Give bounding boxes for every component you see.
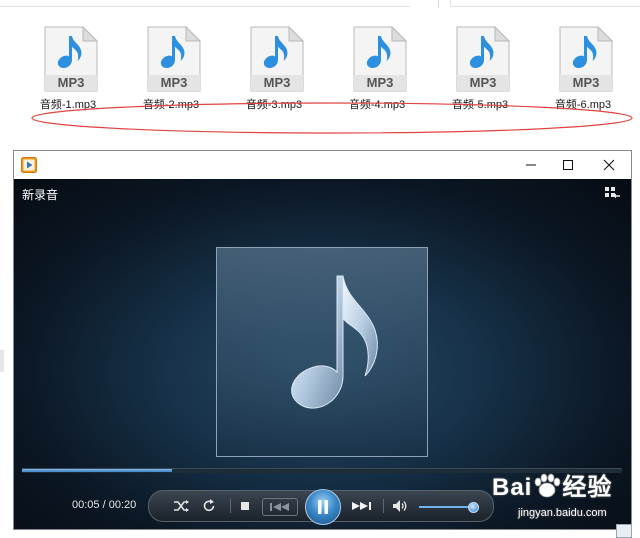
music-note-icon xyxy=(291,275,378,409)
svg-text:MP3: MP3 xyxy=(470,75,497,90)
volume-slider-handle[interactable] xyxy=(468,502,479,513)
mp3-file-icon: MP3 xyxy=(44,26,99,92)
seek-bar-progress xyxy=(22,469,172,472)
title-bar xyxy=(14,151,631,179)
divider xyxy=(383,499,384,513)
svg-text:MP3: MP3 xyxy=(161,75,188,90)
volume-icon xyxy=(393,500,407,512)
next-icon xyxy=(352,502,371,510)
repeat-icon xyxy=(203,499,215,512)
file-item[interactable]: MP3 音频-4.mp3 xyxy=(332,26,422,126)
scrollbar-edge xyxy=(0,350,4,372)
mp3-file-icon: MP3 xyxy=(250,26,305,92)
shuffle-button[interactable] xyxy=(169,491,193,521)
file-name: 音频-6.mp3 xyxy=(554,99,612,111)
close-button[interactable] xyxy=(589,151,629,179)
stop-button[interactable] xyxy=(235,491,255,521)
baidu-watermark: Bai 经验 jingyan.baidu.com xyxy=(490,463,640,523)
maximize-button[interactable] xyxy=(548,151,588,179)
watermark-url: jingyan.baidu.com xyxy=(518,507,607,519)
time-separator: / xyxy=(99,499,109,511)
repeat-button[interactable] xyxy=(197,491,221,521)
mute-button[interactable] xyxy=(389,491,411,521)
divider xyxy=(438,0,439,8)
next-button[interactable] xyxy=(346,491,378,521)
search-box-edge xyxy=(450,0,640,7)
time-display: 00:05 / 00:20 xyxy=(72,499,136,511)
file-list: MP3 音频-1.mp3 MP3 音频-2.mp3 MP3 音频-3.mp3 MP3 音频-4… xyxy=(0,20,640,130)
file-name: 音频-5.mp3 xyxy=(451,99,509,111)
playback-controls xyxy=(148,489,494,525)
watermark-logo: Bai 经验 xyxy=(492,467,612,502)
total-time: 00:20 xyxy=(108,499,137,511)
file-item[interactable]: MP3 音频-2.mp3 xyxy=(126,26,216,126)
shuffle-icon xyxy=(174,500,189,512)
file-name: 音频-1.mp3 xyxy=(39,99,97,111)
close-icon xyxy=(603,159,615,171)
mp3-file-icon: MP3 xyxy=(147,26,202,92)
pause-icon xyxy=(318,500,328,514)
maximize-icon xyxy=(563,160,573,170)
file-item[interactable]: MP3 音频-5.mp3 xyxy=(435,26,525,126)
mp3-file-icon: MP3 xyxy=(456,26,511,92)
mp3-file-icon: MP3 xyxy=(353,26,408,92)
paw-icon xyxy=(534,473,561,498)
now-playing-title: 新录音 xyxy=(22,188,59,202)
pause-button[interactable] xyxy=(305,489,341,525)
file-name: 音频-3.mp3 xyxy=(245,99,303,111)
current-time: 00:05 xyxy=(72,499,100,511)
watermark-brand: Bai xyxy=(492,474,533,501)
divider xyxy=(230,499,231,513)
previous-button[interactable] xyxy=(262,498,298,516)
previous-icon xyxy=(270,503,289,511)
volume-level xyxy=(419,506,473,508)
volume-slider[interactable] xyxy=(419,502,479,513)
svg-text:MP3: MP3 xyxy=(367,75,394,90)
watermark-suffix: 经验 xyxy=(562,474,613,501)
address-bar-edge xyxy=(0,0,410,7)
file-name: 音频-2.mp3 xyxy=(142,99,200,111)
stop-icon xyxy=(241,502,249,510)
file-item[interactable]: MP3 音频-3.mp3 xyxy=(229,26,319,126)
media-player-app-icon xyxy=(21,157,37,173)
file-item[interactable]: MP3 音频-6.mp3 xyxy=(538,26,628,126)
album-art xyxy=(216,247,428,457)
minimize-icon xyxy=(526,164,536,166)
mp3-file-icon: MP3 xyxy=(559,26,614,92)
file-name: 音频-4.mp3 xyxy=(348,99,406,111)
explorer-top-strip xyxy=(0,0,640,10)
taskbar-thumbnail-icon[interactable] xyxy=(616,524,632,538)
switch-to-library-icon[interactable] xyxy=(605,187,621,201)
svg-text:MP3: MP3 xyxy=(58,75,85,90)
file-item[interactable]: MP3 音频-1.mp3 xyxy=(23,26,113,126)
svg-text:MP3: MP3 xyxy=(573,75,600,90)
svg-text:MP3: MP3 xyxy=(264,75,291,90)
minimize-button[interactable] xyxy=(511,151,551,179)
